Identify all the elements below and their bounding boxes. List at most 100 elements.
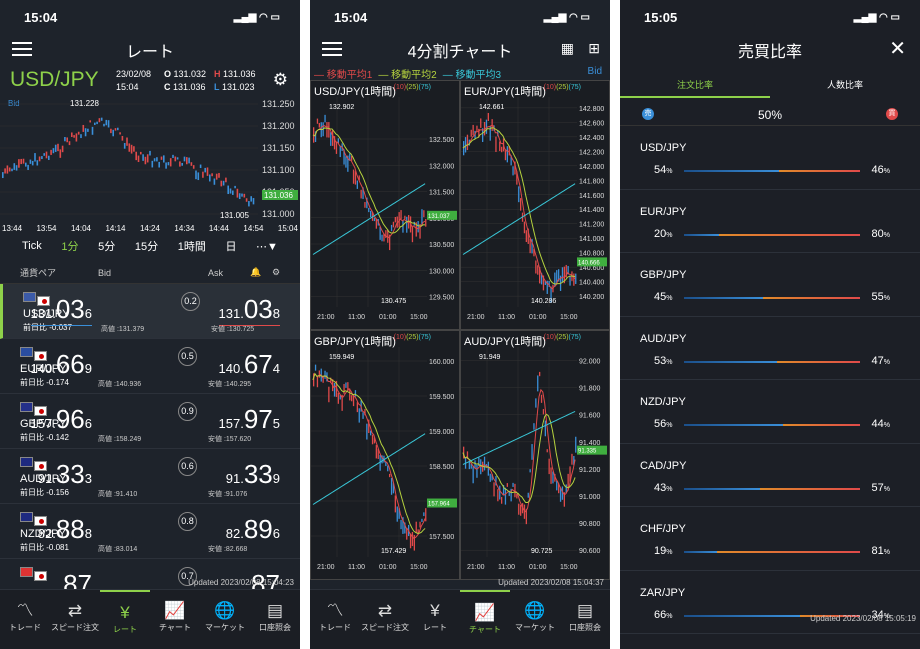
ask-price[interactable]: 91.339 (226, 459, 280, 490)
ask-price[interactable]: 157.975 (219, 404, 280, 435)
tab-order-ratio[interactable]: 注文比率 (620, 78, 770, 98)
period-tab[interactable]: 1時間 (178, 238, 206, 254)
ytick-label: 142.000 (579, 164, 604, 171)
mini-candle (174, 156, 177, 162)
ask-price[interactable]: 82.896 (226, 514, 280, 545)
price-big: 97 (243, 404, 273, 434)
high-info: 高値 :140.936 (98, 381, 142, 388)
chart-quadrant[interactable]: AUD/JPY(1時間) (10)(25)(75) 92.000 91.800 91.6… (460, 330, 610, 580)
tab-label: 口座照会 (569, 623, 601, 632)
price-big: 89 (243, 514, 273, 544)
mini-candle (98, 118, 101, 123)
bid-price[interactable]: 131.036 (30, 294, 92, 326)
price-pip: 4 (272, 361, 280, 376)
mini-chart[interactable]: Bid 131.228 131.005 131.250 131.200 131.15… (0, 96, 300, 226)
gear-icon[interactable]: ⚙ (273, 70, 288, 90)
candle (529, 238, 531, 254)
rate-row[interactable]: USD/JPY 前日比 -0.037 131.036 131.038 0.2 高値 :13… (0, 284, 300, 339)
tab-2[interactable]: ¥ レート (410, 590, 460, 649)
rate-row[interactable]: GBP/JPY 前日比 -0.142 157.966 157.975 0.9 高値 :15… (0, 394, 300, 449)
low-label: 安値 (208, 491, 222, 498)
tab-0[interactable]: 〽トレード (0, 590, 50, 649)
tab-label: 口座照会 (259, 623, 291, 632)
candle-chart: 160.000159.500159.000158.500158.000157.5… (311, 347, 457, 571)
period-tab[interactable]: 15分 (135, 238, 158, 254)
chart-quadrant[interactable]: USD/JPY(1時間) (10)(25)(75) 132.500 132.000 13… (310, 80, 460, 330)
tab-1[interactable]: ⇄ スピード注文 (50, 590, 100, 649)
rate-row[interactable]: NZD/JPY 前日比 -0.081 82.888 82.896 0.8 高値 :83.0… (0, 504, 300, 559)
sell-bar (684, 360, 778, 363)
candle (518, 503, 520, 515)
tab-4[interactable]: 🌐 マーケット (200, 590, 250, 649)
bell-icon[interactable]: 🔔 (250, 267, 261, 278)
last-price-label: 131.036 (264, 191, 293, 200)
ratio-row: EUR/JPY 20% 80% (620, 190, 920, 253)
ask-price[interactable]: 140.674 (219, 349, 280, 380)
chart-quadrant[interactable]: GBP/JPY(1時間) (10)(25)(75) 160.000 159.500 15… (310, 330, 460, 580)
buy-bar (779, 170, 860, 172)
tab-3[interactable]: 📈 チャート (150, 590, 200, 649)
mini-candle (225, 177, 227, 183)
buy-ratio: 44% (872, 418, 890, 430)
c-label: C (164, 82, 171, 92)
layout-settings-icon[interactable]: ⊞ (588, 40, 600, 57)
period-tab[interactable]: Tick (22, 240, 42, 252)
ask-price[interactable]: 131.038 (218, 294, 280, 326)
period-tab[interactable]: 5分 (98, 238, 115, 254)
xtick-label: 01:00 (379, 314, 397, 321)
page-title: 4分割チャート (407, 44, 513, 61)
rate-row[interactable]: AUD/JPY 前日比 -0.156 91.333 91.339 0.6 高値 :91.4… (0, 449, 300, 504)
ytick-label: 140.200 (579, 294, 604, 301)
candle (360, 189, 362, 199)
summary-ratio: 50% (757, 107, 783, 122)
bid-price[interactable]: 91.333 (38, 459, 92, 490)
bid-price[interactable]: 140.669 (31, 349, 92, 380)
period-tab[interactable]: 日 (225, 238, 236, 254)
rate-row[interactable]: EUR/JPY 前日比 -0.174 140.669 140.674 0.5 高値 :14… (0, 339, 300, 394)
candle (525, 230, 527, 243)
tab-1[interactable]: ⇄ スピード注文 (360, 590, 410, 649)
bid-price[interactable]: 82.888 (38, 514, 92, 545)
quote-hl: H 131.036 L 131.023 (214, 68, 256, 94)
sell-value: 43 (654, 481, 667, 494)
ratio-bar (684, 424, 860, 426)
alert-settings-icon[interactable]: ⚙ (272, 267, 280, 278)
grid-layout-icon[interactable]: ▦ (561, 40, 574, 57)
status-bar: 15:04 ▂▄▆ ◠ ▭ (0, 0, 300, 34)
mini-candle (215, 173, 218, 180)
period-tab[interactable]: ⋯▼ (256, 240, 278, 253)
tab-people-ratio[interactable]: 人数比率 (770, 78, 920, 98)
candle (316, 118, 319, 124)
mini-candle (64, 137, 66, 142)
candle (343, 384, 345, 394)
ma-line (312, 372, 426, 534)
menu-icon[interactable] (322, 42, 342, 56)
status-icons: ▂▄▆ ◠ ▭ (543, 11, 590, 23)
bid-price[interactable]: 157.966 (31, 404, 92, 435)
pair-selector[interactable]: USD/JPY (10, 68, 99, 92)
candle (351, 395, 353, 402)
period-tab[interactable]: 1分 (61, 238, 78, 254)
tab-5[interactable]: ▤ 口座照会 (250, 590, 300, 649)
close-icon[interactable]: ✕ (889, 36, 906, 61)
close-value: 131.036 (173, 82, 206, 92)
tab-0[interactable]: 〽トレード (310, 590, 360, 649)
tab-3[interactable]: 📈 チャート (460, 590, 510, 649)
low-info: 安値 :157.620 (208, 436, 252, 443)
ytick-label: 141.200 (579, 222, 604, 229)
tab-5[interactable]: ▤ 口座照会 (560, 590, 610, 649)
menu-icon[interactable] (12, 42, 32, 56)
mini-candle (227, 185, 229, 195)
sell-bar (684, 551, 718, 553)
nav-bar: レート (0, 34, 300, 66)
chart-quadrant[interactable]: EUR/JPY(1時間) (10)(25)(75) 142.800 142.600 14… (460, 80, 610, 330)
candle (472, 466, 474, 484)
buy-bar (782, 424, 860, 426)
tab-4[interactable]: 🌐 マーケット (510, 590, 560, 649)
mini-candle (48, 155, 50, 160)
candle (328, 122, 330, 138)
mini-candle (188, 157, 190, 164)
tab-label: チャート (469, 625, 501, 634)
tab-2[interactable]: ¥ レート (100, 590, 150, 649)
mini-chart-xaxis: 13:44 13:54 14:04 14:14 14:24 14:34 14:44 14:54… (0, 224, 300, 233)
